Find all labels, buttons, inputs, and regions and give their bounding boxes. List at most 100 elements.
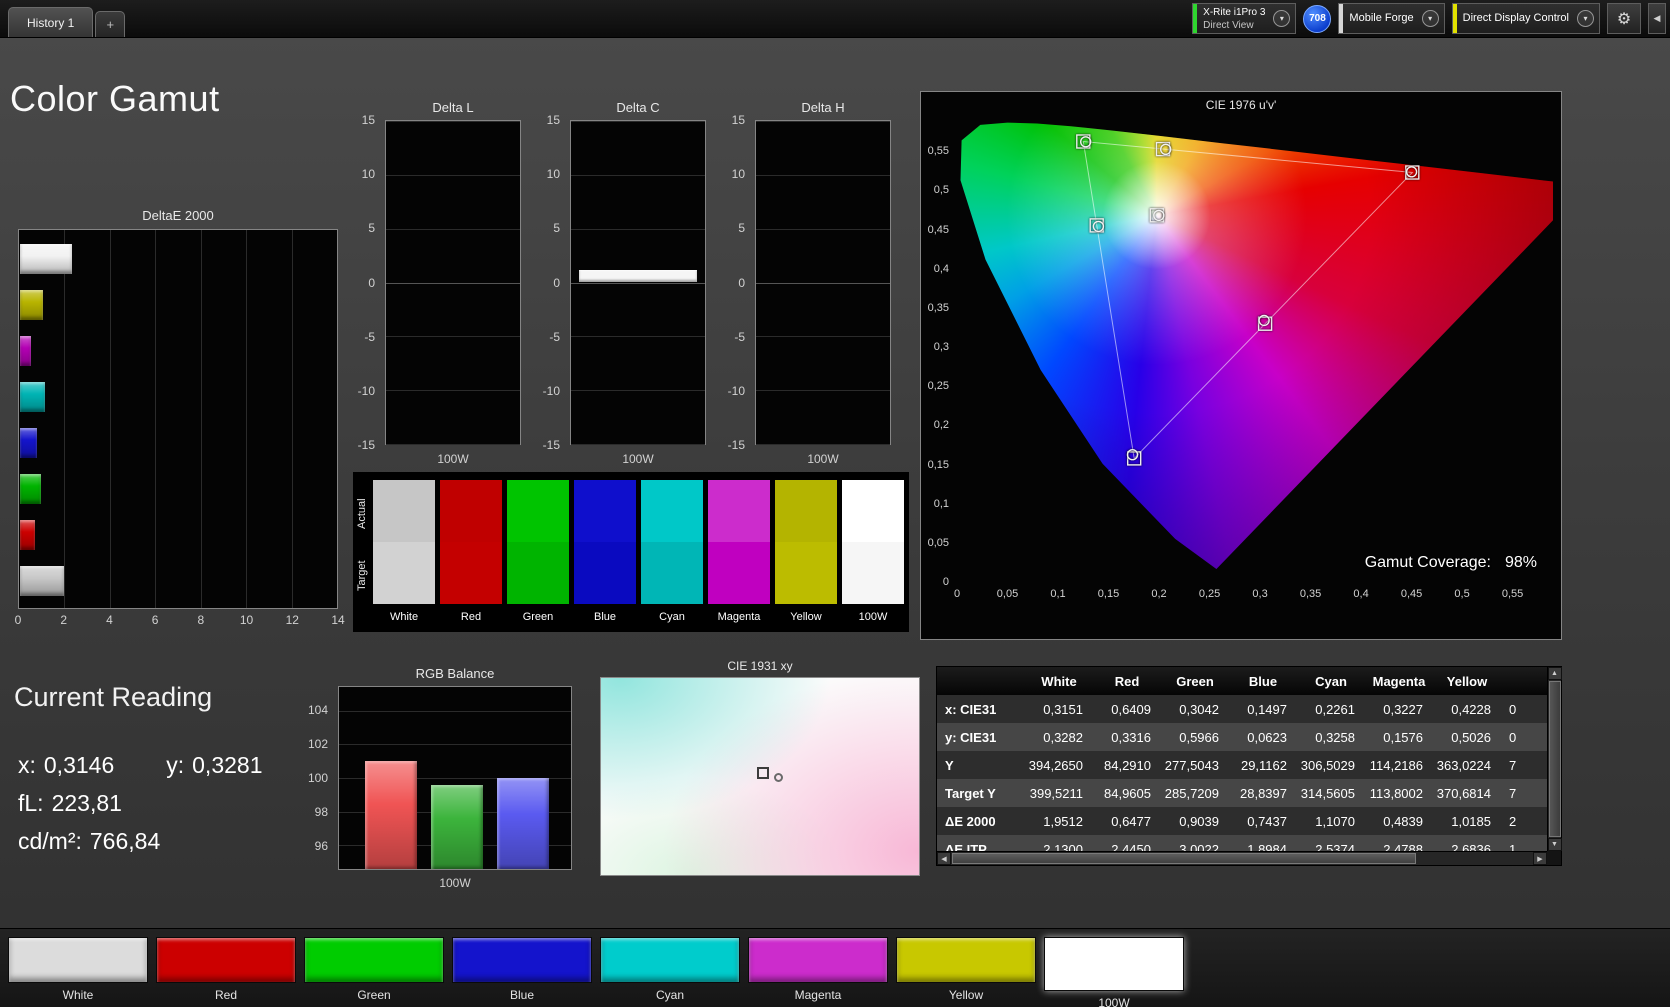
color-patch-100w[interactable]: 100W: [1044, 937, 1184, 1007]
display-dropdown-icon[interactable]: ▾: [1577, 10, 1594, 27]
scroll-up-button[interactable]: ▲: [1547, 667, 1562, 680]
table-horizontal-scrollbar[interactable]: ◀ ▶: [937, 851, 1547, 865]
scroll-down-button[interactable]: ▼: [1547, 838, 1562, 851]
table-cell: 285,7209: [1161, 779, 1229, 807]
swatch-label: Green: [522, 611, 554, 623]
cie1931-panel: [600, 677, 920, 876]
y-tick-label: -5: [734, 329, 745, 344]
scroll-up-icon: ▲: [1551, 670, 1558, 677]
rgb-balance-chart: RGB Balance 104 102 100 98 96 100W: [300, 666, 572, 890]
color-patch-red[interactable]: Red: [156, 937, 296, 1007]
target-swatch: [708, 542, 770, 604]
cie-overlay: [1076, 134, 1420, 466]
cie1931-target-marker: [756, 766, 769, 779]
scroll-right-button[interactable]: ▶: [1533, 852, 1547, 865]
y-tick-label: 15: [731, 113, 745, 127]
gridline: [386, 228, 520, 230]
x-tick-label: 8: [197, 613, 205, 627]
delta-h-title: Delta H: [801, 100, 845, 115]
y-tick-label: 10: [731, 167, 745, 182]
actual-swatch: [574, 480, 636, 542]
chevron-down-icon: ▾: [1583, 14, 1588, 23]
tab-history-1[interactable]: History 1: [8, 7, 94, 37]
y-tick-label: 0,3: [933, 341, 949, 354]
rgb-bar-green: [431, 784, 483, 869]
y-tick-label: 10: [361, 167, 375, 182]
sidebar-collapse-button[interactable]: ◀: [1648, 3, 1666, 34]
cie1976-xlabels: 0 0,05 0,1 0,15 0,2 0,25 0,3 0,35 0,4 0,45 0,5 0,55: [954, 588, 1553, 604]
reading-cd-line: cd/m²: 766,84: [18, 828, 160, 855]
table-cell: 114,2186: [1365, 751, 1433, 779]
target-swatch: [507, 542, 569, 604]
display-control-selector[interactable]: Direct Display Control ▾: [1451, 3, 1600, 34]
patch-label: Yellow: [948, 988, 984, 1002]
cd-label: cd/m²:: [18, 828, 82, 854]
x-tick-label: 0,5: [1454, 588, 1470, 600]
table-cell: 1,9512: [1025, 807, 1093, 835]
meter-dropdown-icon[interactable]: ▾: [1273, 10, 1291, 27]
deltae-bar-cyan: [20, 382, 46, 412]
table-cell: 0,3316: [1093, 723, 1161, 751]
delta-l-xlabel: 100W: [437, 452, 469, 466]
swatch-label: White: [389, 611, 419, 623]
x-tick-label: 12: [285, 613, 299, 627]
actual-swatch: [641, 480, 703, 542]
table-cell: 0,6409: [1093, 695, 1161, 723]
target-row-label: Target: [356, 560, 368, 592]
table-cell-clipped: 0: [1501, 723, 1547, 751]
table-cell: 370,6814: [1433, 779, 1501, 807]
swatch-label: Magenta: [717, 611, 761, 623]
hscroll-thumb[interactable]: [952, 853, 1416, 864]
color-patch-green[interactable]: Green: [304, 937, 444, 1007]
cie1976-title: CIE 1976 u'v': [1205, 98, 1277, 112]
gridline: [756, 282, 890, 284]
gridline: [756, 121, 890, 122]
color-patch-cyan[interactable]: Cyan: [600, 937, 740, 1007]
color-patch-yellow[interactable]: Yellow: [896, 937, 1036, 1007]
vscroll-thumb[interactable]: [1548, 681, 1561, 837]
x-tick-label: 10: [239, 613, 254, 627]
source-name: Mobile Forge: [1349, 12, 1414, 25]
color-patch-magenta[interactable]: Magenta: [748, 937, 888, 1007]
display-control-name: Direct Display Control: [1462, 12, 1569, 25]
x-tick-label: 0,1: [1050, 588, 1066, 600]
meter-selector[interactable]: X-Rite i1Pro 3 Direct View ▾: [1192, 3, 1297, 34]
color-patch-white[interactable]: White: [8, 937, 148, 1007]
table-cell-clipped: 7: [1501, 751, 1547, 779]
y-tick-label: 100: [307, 771, 328, 785]
table-cell-clipped: 2: [1501, 807, 1547, 835]
color-patch-blue[interactable]: Blue: [452, 937, 592, 1007]
fl-value: 223,81: [51, 790, 122, 816]
table-cell: 0,9039: [1161, 807, 1229, 835]
source-dropdown-icon[interactable]: ▾: [1421, 10, 1439, 27]
table-cell: 28,8397: [1229, 779, 1297, 807]
y-tick-label: 0,1: [933, 497, 949, 510]
table-cell: 2,5374: [1297, 835, 1365, 851]
y-tick-label: -5: [549, 329, 560, 344]
source-selector[interactable]: Mobile Forge ▾: [1338, 3, 1445, 34]
delta-l-plot: [385, 120, 521, 445]
table-cell: 84,2910: [1093, 751, 1161, 779]
scroll-left-button[interactable]: ◀: [937, 852, 951, 865]
table-cell: 399,5211: [1025, 779, 1093, 807]
patch-label: White: [62, 988, 94, 1002]
x-tick-label: 0,05: [996, 588, 1019, 600]
delta-bar: [579, 269, 697, 283]
table-vertical-scrollbar[interactable]: ▲ ▼: [1547, 667, 1562, 851]
swatch-label: Blue: [593, 611, 617, 623]
delta-h-plot: [755, 120, 891, 445]
gridline: [571, 121, 705, 122]
y-tick-label: 5: [738, 221, 745, 236]
deltae-bar-blue: [20, 428, 37, 458]
deltae2000-plot: [18, 229, 338, 609]
table-cell-clipped: 1: [1501, 835, 1547, 851]
delta-h-xlabel: 100W: [807, 452, 839, 466]
rgb-bar-red: [365, 761, 417, 869]
x-tick-label: 4: [106, 613, 113, 627]
table-cell: 0,0623: [1229, 723, 1297, 751]
swatch-column-cyan: Cyan: [641, 480, 703, 625]
new-tab-button[interactable]: +: [95, 11, 126, 37]
settings-button[interactable]: ⚙: [1607, 3, 1641, 34]
table-cell: 0,5966: [1161, 723, 1229, 751]
swatch-column-100w: 100W: [842, 480, 904, 625]
